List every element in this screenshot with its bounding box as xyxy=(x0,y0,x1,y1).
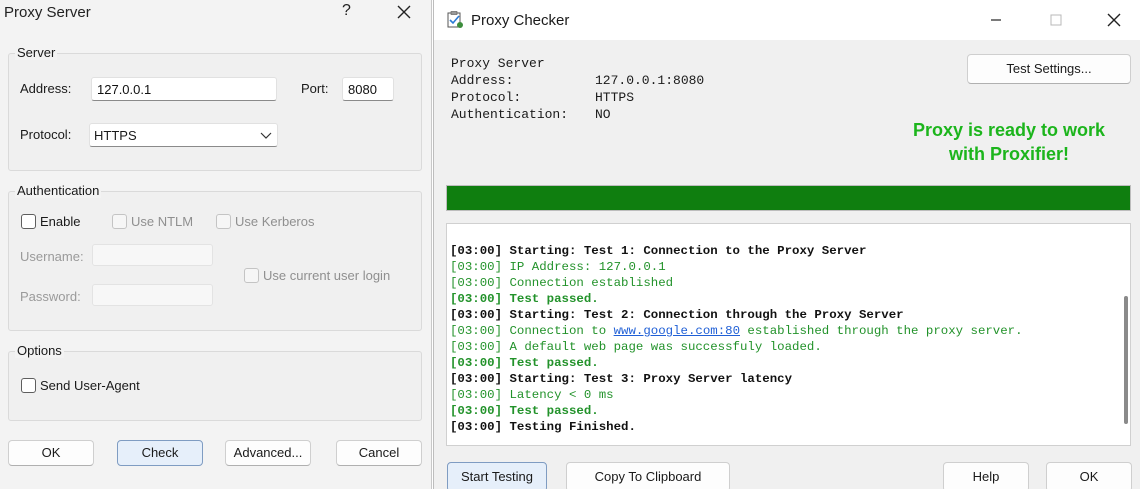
address-input[interactable]: 127.0.0.1 xyxy=(91,77,277,101)
info-address-value: 127.0.0.1:8080 xyxy=(595,73,705,88)
log-link[interactable]: www.google.com:80 xyxy=(614,324,740,338)
dialog-titlebar: Proxy Server ? xyxy=(0,0,432,26)
send-user-agent-box[interactable] xyxy=(21,378,36,393)
use-ntlm-checkbox-box[interactable] xyxy=(112,214,127,229)
help-button[interactable]: Help xyxy=(943,462,1029,489)
progress-bar-fill xyxy=(447,186,1130,210)
address-label: Address: xyxy=(20,81,72,96)
server-legend: Server xyxy=(15,45,58,60)
ok-button[interactable]: OK xyxy=(8,440,94,466)
info-protocol-value: HTTPS xyxy=(595,90,635,105)
username-label: Username: xyxy=(20,249,84,264)
send-user-agent-checkbox[interactable]: Send User-Agent xyxy=(21,377,151,395)
chevron-down-icon xyxy=(260,132,272,139)
info-heading: Proxy Server xyxy=(451,56,545,71)
enable-checkbox-label: Enable xyxy=(40,214,81,229)
check-button[interactable]: Check xyxy=(117,440,203,466)
proxy-server-dialog: Proxy Server ? Server Address: 127.0.0.1… xyxy=(0,0,432,489)
log-line: [03:00] Test passed. xyxy=(450,404,599,418)
port-label: Port: xyxy=(301,81,329,96)
send-user-agent-label: Send User-Agent xyxy=(40,378,140,393)
protocol-select[interactable]: HTTPS xyxy=(89,123,278,147)
use-kerberos-checkbox-label: Use Kerberos xyxy=(235,214,315,229)
log-line: [03:00] Testing Finished. xyxy=(450,420,636,434)
status-message: Proxy is ready to work with Proxifier! xyxy=(889,118,1129,166)
protocol-label: Protocol: xyxy=(20,127,72,142)
info-protocol-label: Protocol: xyxy=(451,90,522,105)
enable-checkbox[interactable]: Enable xyxy=(21,213,91,231)
password-label: Password: xyxy=(20,289,81,304)
username-input[interactable] xyxy=(92,244,213,266)
status-message-line-1: Proxy is ready to work xyxy=(912,120,1106,140)
checklist-icon xyxy=(447,11,463,28)
log-line: [03:00] Test passed. xyxy=(450,356,599,370)
port-input[interactable]: 8080 xyxy=(342,77,394,101)
proxy-checker-window: Proxy Checker Proxy Server Address: 127.… xyxy=(433,0,1140,489)
protocol-selected-value: HTTPS xyxy=(94,128,137,143)
log-line: [03:00] Starting: Test 3: Proxy Server l… xyxy=(450,372,793,386)
server-group: Server xyxy=(8,45,422,171)
log-line: [03:00] Latency < 0 ms xyxy=(450,388,614,402)
start-testing-button[interactable]: Start Testing xyxy=(447,462,547,489)
log-line: [03:00] IP Address: 127.0.0.1 xyxy=(450,260,666,274)
log-line: [03:00] Test passed. xyxy=(450,292,599,306)
use-ntlm-checkbox[interactable]: Use NTLM xyxy=(112,213,202,231)
copy-to-clipboard-button[interactable]: Copy To Clipboard xyxy=(566,462,730,489)
cancel-button[interactable]: Cancel xyxy=(336,440,422,466)
close-icon[interactable] xyxy=(394,2,414,22)
advanced-button[interactable]: Advanced... xyxy=(225,440,311,466)
authentication-legend: Authentication xyxy=(15,183,102,198)
test-log[interactable]: [03:00] Starting: Test 1: Connection to … xyxy=(446,223,1131,446)
log-scrollbar[interactable] xyxy=(1124,296,1128,424)
options-legend: Options xyxy=(15,343,64,358)
ok-button[interactable]: OK xyxy=(1046,462,1132,489)
use-current-user-login-box[interactable] xyxy=(244,268,259,283)
log-line: [03:00] Connection established xyxy=(450,276,674,290)
checker-title: Proxy Checker xyxy=(471,12,570,29)
status-message-line-2: with Proxifier! xyxy=(948,144,1069,164)
use-kerberos-checkbox-box[interactable] xyxy=(216,214,231,229)
minimize-icon[interactable] xyxy=(986,10,1006,30)
help-icon[interactable]: ? xyxy=(342,2,351,20)
test-settings-button[interactable]: Test Settings... xyxy=(967,54,1131,84)
info-auth-value: NO xyxy=(595,107,611,122)
checker-titlebar: Proxy Checker xyxy=(434,0,1140,40)
log-line: [03:00] Starting: Test 2: Connection thr… xyxy=(450,308,904,322)
use-ntlm-checkbox-label: Use NTLM xyxy=(131,214,194,229)
progress-bar xyxy=(446,185,1131,211)
log-line: [03:00] A default web page was successfu… xyxy=(450,340,822,354)
dialog-title: Proxy Server xyxy=(4,4,91,21)
use-current-user-login-label: Use current user login xyxy=(263,268,391,283)
log-line: [03:00] Starting: Test 1: Connection to … xyxy=(450,244,867,258)
maximize-icon xyxy=(1050,14,1062,26)
use-current-user-login-checkbox[interactable]: Use current user login xyxy=(244,267,404,285)
enable-checkbox-box[interactable] xyxy=(21,214,36,229)
password-input[interactable] xyxy=(92,284,213,306)
info-auth-label: Authentication: xyxy=(451,107,569,122)
info-address-label: Address: xyxy=(451,73,514,88)
close-icon[interactable] xyxy=(1104,10,1124,30)
use-kerberos-checkbox[interactable]: Use Kerberos xyxy=(216,213,316,231)
log-line: [03:00] Connection to www.google.com:80 … xyxy=(450,324,1023,338)
